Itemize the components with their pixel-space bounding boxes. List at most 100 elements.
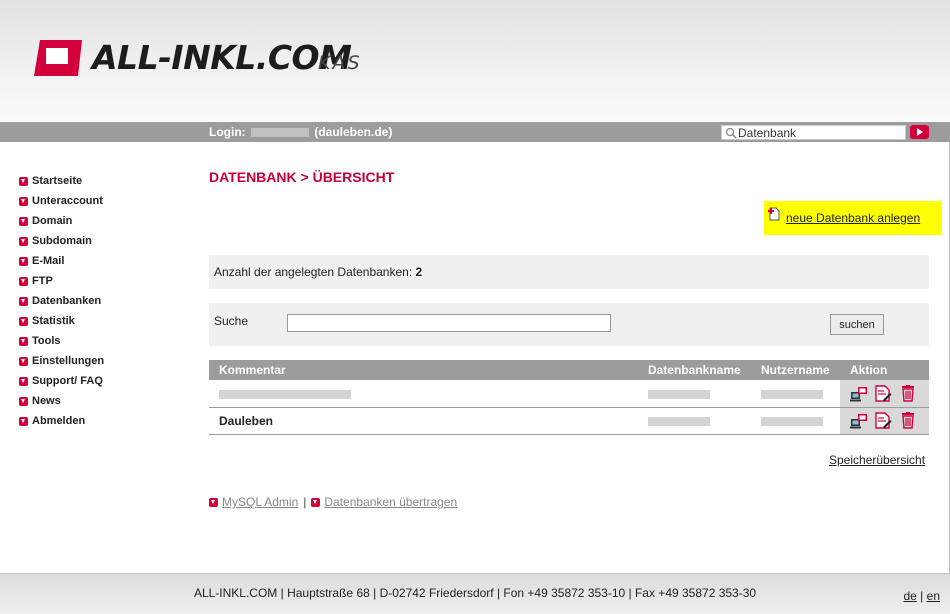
arrow-bullet-icon [19,236,28,246]
brand-logo-icon [34,40,82,76]
new-database-link[interactable]: neue Datenbank anlegen [786,211,920,225]
mysql-admin-link[interactable]: MySQL Admin [222,495,298,509]
comment-cell-redacted [209,380,638,408]
sidebar-item-statistik[interactable]: Statistik [19,311,104,331]
column-header-datenbankname: Datenbankname [638,360,751,380]
sidebar-item-label: Support/ FAQ [32,375,103,387]
sidebar-item-label: Datenbanken [32,295,102,307]
arrow-bullet-icon [311,497,321,507]
top-bar: Login: (dauleben.de) [0,122,950,142]
arrow-bullet-icon [19,376,28,386]
new-database-box: neue Datenbank anlegen [764,201,942,235]
database-count-value: 2 [415,265,423,279]
brand-name: ALL-INKL.COM [92,38,352,77]
language-switch: de | en [903,589,940,603]
page-title: DATENBANK > ÜBERSICHT [209,169,395,185]
arrow-bullet-icon [19,216,28,226]
header: ALL-INKL.COM KAS [0,0,950,122]
database-search-label: Suche [214,314,249,328]
storage-overview-link[interactable]: Speicherübersicht [829,453,925,467]
column-header-kommentar: Kommentar [209,360,638,380]
sidebar-item-label: Statistik [32,315,75,327]
arrow-bullet-icon [19,336,28,346]
table-header-row: Kommentar Datenbankname Nutzername Aktio… [209,360,929,380]
login-info: Login: (dauleben.de) [209,125,392,139]
sidebar-item-label: FTP [32,275,53,287]
column-header-nutzername: Nutzername [751,360,840,380]
sidebar-item-label: Abmelden [32,415,86,427]
sidebar-item-subdomain[interactable]: Subdomain [19,231,104,251]
database-search-input[interactable] [287,314,611,332]
transfer-databases-link[interactable]: Datenbanken übertragen [324,495,457,509]
footer-address: ALL-INKL.COM | Hauptstraße 68 | D-02742 … [193,586,757,600]
sidebar-item-tools[interactable]: Tools [19,331,104,351]
bottom-links: MySQL Admin | Datenbanken übertragen [209,495,457,509]
dbname-cell-redacted [638,380,751,408]
trash-icon[interactable] [899,384,917,402]
arrow-bullet-icon [19,276,28,286]
username-cell-redacted [751,407,840,435]
sidebar-item-label: Unteraccount [32,195,103,207]
sidebar-item-label: News [32,395,61,407]
action-cell [840,407,929,435]
sidebar-item-abmelden[interactable]: Abmelden [19,411,104,431]
trash-icon[interactable] [899,412,917,429]
database-search-row: Suche suchen [209,303,929,346]
sidebar-nav: Startseite Unteraccount Domain Subdomain… [19,171,104,431]
sidebar-item-unteraccount[interactable]: Unteraccount [19,191,104,211]
login-label: Login: [209,125,246,139]
database-count-label: Anzahl der angelegten Datenbanken: [214,265,413,279]
sidebar-item-label: Tools [32,335,61,347]
language-separator: | [920,589,924,603]
arrow-bullet-icon [19,396,28,406]
sidebar-item-news[interactable]: News [19,391,104,411]
edit-document-icon[interactable] [874,385,892,402]
search-button[interactable]: suchen [830,314,884,335]
global-search-input[interactable] [738,126,904,139]
arrow-bullet-icon [19,196,28,206]
sidebar-item-label: Einstellungen [32,355,105,367]
search-go-button[interactable] [910,125,929,139]
footer: ALL-INKL.COM | Hauptstraße 68 | D-02742 … [0,573,950,614]
database-table: Kommentar Datenbankname Nutzername Aktio… [209,360,929,435]
language-de-link[interactable]: de [903,589,916,603]
arrow-bullet-icon [19,356,28,366]
sidebar-item-startseite[interactable]: Startseite [19,171,104,191]
arrow-bullet-icon [19,256,28,266]
sidebar-item-label: Startseite [32,175,83,187]
sidebar-item-support[interactable]: Support/ FAQ [19,371,104,391]
sidebar-item-label: E-Mail [32,255,65,267]
phpmyadmin-icon[interactable] [850,412,868,429]
arrow-bullet-icon [19,296,28,306]
sidebar-item-label: Subdomain [32,235,92,247]
search-icon [725,127,737,139]
dbname-cell-redacted [638,407,751,435]
sidebar-item-domain[interactable]: Domain [19,211,104,231]
sidebar-item-ftp[interactable]: FTP [19,271,104,291]
login-domain: (dauleben.de) [314,125,393,139]
arrow-bullet-icon [19,416,28,426]
username-cell-redacted [751,380,840,408]
phpmyadmin-icon[interactable] [850,385,868,402]
arrow-bullet-icon [209,497,218,507]
arrow-bullet-icon [19,176,28,186]
link-separator: | [303,495,307,509]
column-header-aktion: Aktion [840,360,929,380]
sidebar-item-label: Domain [32,215,73,227]
arrow-bullet-icon [19,316,28,326]
sidebar-item-einstellungen[interactable]: Einstellungen [19,351,104,371]
global-search [721,125,906,140]
edit-document-icon[interactable] [874,412,892,429]
new-document-icon [768,207,780,221]
page: ALL-INKL.COM KAS Login: (dauleben.de) St… [0,0,950,614]
sidebar-item-datenbanken[interactable]: Datenbanken [19,291,104,311]
table-row [209,380,929,408]
database-count-box: Anzahl der angelegten Datenbanken: 2 [209,255,929,289]
brand-product: KAS [318,52,362,74]
language-en-link[interactable]: en [927,589,940,603]
sidebar-item-email[interactable]: E-Mail [19,251,104,271]
comment-cell: Dauleben [209,407,638,435]
table-row: Dauleben [209,407,929,435]
action-cell [840,380,929,408]
login-username-redacted [251,128,309,138]
